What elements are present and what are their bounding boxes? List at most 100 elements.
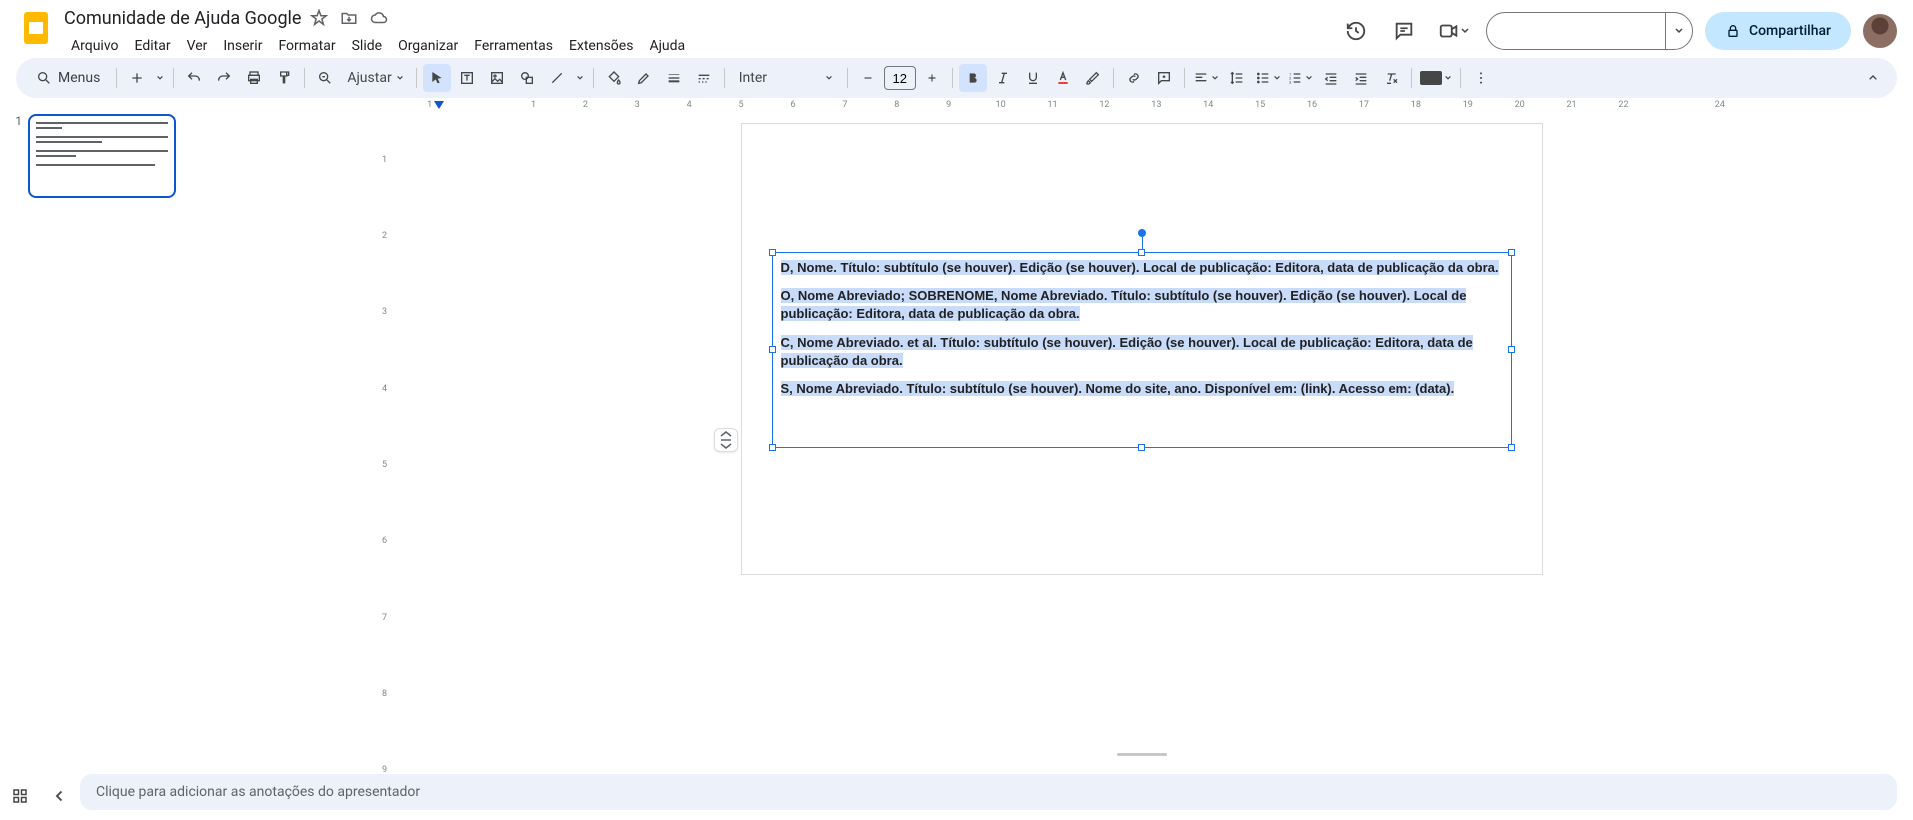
collapse-filmstrip-icon[interactable] (48, 784, 72, 808)
main-area: 1 1 1 2 3 4 5 6 7 8 (0, 98, 1913, 812)
resize-handle-tl[interactable] (769, 249, 776, 256)
line-dropdown[interactable] (573, 64, 587, 92)
collapse-toolbar[interactable] (1859, 64, 1887, 92)
horizontal-ruler[interactable]: 1 1 2 3 4 5 6 7 8 9 10 11 12 13 14 15 16… (400, 100, 1883, 116)
menubar: Arquivo Editar Ver Inserir Formatar Slid… (64, 34, 1338, 58)
resize-handle-br[interactable] (1508, 444, 1515, 451)
app-logo[interactable] (16, 8, 56, 48)
fontsize-increase[interactable] (918, 64, 946, 92)
indent-increase-button[interactable] (1347, 64, 1375, 92)
undo-button[interactable] (180, 64, 208, 92)
account-avatar[interactable] (1863, 14, 1897, 48)
text-color-button[interactable] (1049, 64, 1077, 92)
cloud-icon[interactable] (369, 8, 389, 28)
line-tool[interactable] (543, 64, 571, 92)
comment-button[interactable] (1150, 64, 1178, 92)
fill-color-button[interactable] (600, 64, 628, 92)
menu-inserir[interactable]: Inserir (216, 34, 269, 58)
border-color-button[interactable] (630, 64, 658, 92)
move-icon[interactable] (339, 8, 359, 28)
print-button[interactable] (240, 64, 268, 92)
select-tool[interactable] (423, 64, 451, 92)
slide-number: 1 (10, 114, 22, 198)
resize-handle-mr[interactable] (1508, 346, 1515, 353)
paragraph-3: C, Nome Abreviado. et al. Título: subtít… (781, 335, 1473, 368)
shape-tool[interactable] (513, 64, 541, 92)
more-button[interactable] (1467, 64, 1495, 92)
present-button[interactable]: Apresentação de slides (1486, 12, 1693, 50)
bold-button[interactable] (959, 64, 987, 92)
speaker-notes-input[interactable]: Clique para adicionar as anotações do ap… (80, 774, 1897, 810)
link-button[interactable] (1120, 64, 1148, 92)
filmstrip: 1 (0, 98, 190, 812)
paragraph-4: S, Nome Abreviado. Título: subtítulo (se… (781, 381, 1455, 396)
meet-icon[interactable] (1434, 13, 1474, 49)
paragraph-2: O, Nome Abreviado; SOBRENOME, Nome Abrev… (781, 288, 1467, 321)
slide-canvas[interactable]: D, Nome. Título: subtítulo (se houver). … (742, 124, 1542, 574)
menu-arquivo[interactable]: Arquivo (64, 34, 126, 58)
present-dropdown[interactable] (1665, 13, 1692, 49)
underline-button[interactable] (1019, 64, 1047, 92)
border-dash-button[interactable] (690, 64, 718, 92)
document-title[interactable]: Comunidade de Ajuda Google (64, 8, 301, 29)
menu-formatar[interactable]: Formatar (271, 34, 342, 58)
search-label: Menus (58, 70, 100, 86)
rotate-handle[interactable] (1138, 229, 1146, 237)
image-tool[interactable] (483, 64, 511, 92)
history-icon[interactable] (1338, 13, 1374, 49)
paint-format-button[interactable] (270, 64, 298, 92)
menu-editar[interactable]: Editar (128, 34, 178, 58)
bullet-list-button[interactable] (1253, 64, 1283, 92)
menu-organizar[interactable]: Organizar (391, 34, 465, 58)
line-spacing-button[interactable] (1223, 64, 1251, 92)
align-button[interactable] (1191, 64, 1221, 92)
textbox-autofit-icon[interactable] (714, 428, 738, 452)
highlight-button[interactable] (1079, 64, 1107, 92)
star-icon[interactable] (309, 8, 329, 28)
lock-icon (1725, 23, 1741, 39)
format-options-button[interactable] (1418, 64, 1454, 92)
resize-handle-tc[interactable] (1138, 249, 1145, 256)
menu-ferramentas[interactable]: Ferramentas (467, 34, 560, 58)
resize-handle-tr[interactable] (1508, 249, 1515, 256)
bottom-bar: Clique para adicionar as anotações do ap… (0, 772, 1913, 820)
redo-button[interactable] (210, 64, 238, 92)
fontsize-decrease[interactable] (854, 64, 882, 92)
header: Comunidade de Ajuda Google Arquivo Edita… (0, 0, 1913, 58)
indent-decrease-button[interactable] (1317, 64, 1345, 92)
slides-icon (22, 10, 50, 46)
menu-ajuda[interactable]: Ajuda (642, 34, 692, 58)
numbered-list-button[interactable]: 123 (1285, 64, 1315, 92)
resize-handle-ml[interactable] (769, 346, 776, 353)
menu-extensoes[interactable]: Extensões (562, 34, 641, 58)
svg-text:3: 3 (1289, 79, 1291, 84)
new-slide-button[interactable] (123, 64, 151, 92)
resize-handle-bc[interactable] (1138, 444, 1145, 451)
vertical-ruler[interactable]: 1 2 3 4 5 6 7 8 9 (380, 118, 396, 812)
speaker-notes-placeholder: Clique para adicionar as anotações do ap… (96, 784, 420, 800)
speaker-notes-divider[interactable] (400, 753, 1883, 756)
menu-ver[interactable]: Ver (180, 34, 215, 58)
title-area: Comunidade de Ajuda Google Arquivo Edita… (56, 6, 1338, 58)
comments-icon[interactable] (1386, 13, 1422, 49)
menu-slide[interactable]: Slide (345, 34, 389, 58)
new-slide-dropdown[interactable] (153, 64, 167, 92)
font-select[interactable]: Inter (731, 64, 841, 92)
textbox-content[interactable]: D, Nome. Título: subtítulo (se houver). … (773, 253, 1511, 414)
fontsize-input[interactable] (884, 66, 916, 90)
grid-view-icon[interactable] (8, 784, 32, 808)
canvas-area: 1 1 2 3 4 5 6 7 8 9 10 11 12 13 14 15 16… (190, 98, 1913, 812)
zoom-select[interactable]: Ajustar (341, 64, 409, 92)
textbox-tool[interactable] (453, 64, 481, 92)
italic-button[interactable] (989, 64, 1017, 92)
slide-thumbnail-1[interactable] (28, 114, 176, 198)
indent-marker-icon[interactable] (434, 101, 444, 109)
header-actions: Apresentação de slides Compartilhar (1338, 12, 1897, 50)
zoom-tool-button[interactable] (311, 64, 339, 92)
clear-formatting-button[interactable] (1377, 64, 1405, 92)
border-weight-button[interactable] (660, 64, 688, 92)
resize-handle-bl[interactable] (769, 444, 776, 451)
selected-textbox[interactable]: D, Nome. Título: subtítulo (se houver). … (772, 252, 1512, 448)
search-menus[interactable]: Menus (26, 64, 110, 92)
share-button[interactable]: Compartilhar (1705, 12, 1851, 50)
